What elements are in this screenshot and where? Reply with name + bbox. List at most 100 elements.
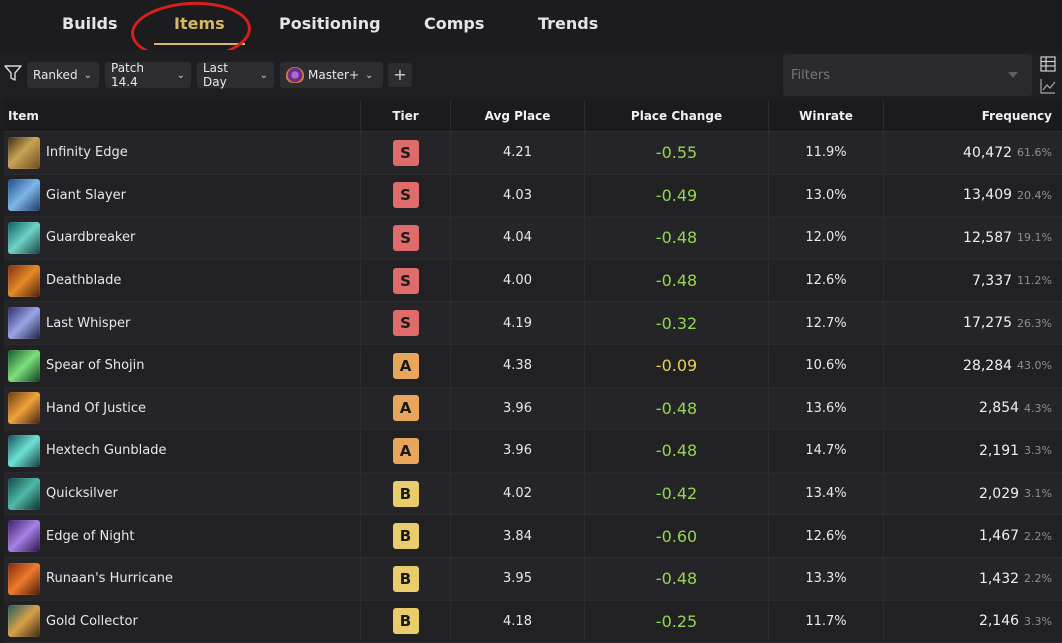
frequency-cell: 2,146 3.3% [884,601,1062,643]
patch-dropdown[interactable]: Patch 14.4 ⌄ [105,61,191,89]
tier-cell: B [361,472,451,515]
place-change-value: -0.25 [655,611,698,631]
item-name[interactable]: Last Whisper [46,316,130,331]
tier-cell: B [361,600,451,643]
tab-builds[interactable]: Builds [62,14,118,33]
header-frequency[interactable]: Frequency [884,100,1062,131]
header-avg-place[interactable]: Avg Place [451,100,585,131]
filters-search-input[interactable]: Filters [783,54,1032,96]
frequency-cell: 13,409 20.4% [884,175,1062,217]
avg-place-value: 3.96 [503,400,532,416]
frequency-percent: 3.1% [1024,487,1052,501]
place-change-value: -0.48 [655,228,698,248]
table-row[interactable]: Edge of Night B 3.84 -0.60 12.6% 1,467 2.2% [4,515,1062,558]
item-cell: Infinity Edge [4,132,361,174]
header-winrate[interactable]: Winrate [769,100,884,131]
avg-place-cell: 4.38 [451,344,585,387]
tier-cell: A [361,430,451,472]
tier-cell: S [361,259,451,302]
item-name[interactable]: Quicksilver [46,486,118,501]
guardbreaker-icon [8,221,40,254]
frequency-percent: 61.6% [1017,146,1052,160]
place-change-cell: -0.48 [585,387,769,430]
table-view-icon[interactable] [1039,56,1057,72]
winrate-cell: 12.6% [769,259,884,302]
table-body: Infinity Edge S 4.21 -0.55 11.9% 40,472 61.6% G… [4,132,1062,643]
item-name[interactable]: Giant Slayer [46,188,126,203]
table-row[interactable]: Last Whisper S 4.19 -0.32 12.7% 17,275 26.3% [4,302,1062,345]
avg-place-value: 3.84 [503,528,532,544]
table-row[interactable]: Deathblade S 4.00 -0.48 12.6% 7,337 11.2% [4,259,1062,303]
tier-badge: B [392,480,419,507]
frequency-percent: 43.0% [1017,359,1052,373]
avg-place-value: 4.21 [503,145,532,161]
winrate-value: 13.4% [805,486,847,502]
avg-place-value: 3.95 [503,571,532,587]
giant-slayer-icon [8,179,40,212]
tab-items[interactable]: Items [154,14,245,45]
place-change-cell: -0.48 [585,430,769,472]
place-change-value: -0.49 [655,185,698,205]
table-row[interactable]: Hand Of Justice A 3.96 -0.48 13.6% 2,854 4.3% [4,387,1062,431]
filter-funnel-icon[interactable] [4,64,22,82]
winrate-value: 14.7% [805,443,847,459]
place-change-cell: -0.48 [585,259,769,302]
item-name[interactable]: Spear of Shojin [46,358,145,373]
header-item[interactable]: Item [4,100,361,131]
frequency-percent: 3.3% [1024,444,1052,458]
place-change-value: -0.48 [655,271,698,291]
frequency-count: 2,029 [978,485,1020,502]
item-cell: Last Whisper [4,302,361,344]
avg-place-cell: 3.84 [451,515,585,557]
table-row[interactable]: Runaan's Hurricane B 3.95 -0.48 13.3% 1,432 2.… [4,557,1062,601]
add-filter-button[interactable]: + [388,63,412,87]
table-row[interactable]: Infinity Edge S 4.21 -0.55 11.9% 40,472 61.6% [4,132,1062,175]
table-row[interactable]: Spear of Shojin A 4.38 -0.09 10.6% 28,284 43.0… [4,344,1062,388]
queue-dropdown[interactable]: Ranked ⌄ [27,62,99,88]
place-change-value: -0.48 [655,398,698,418]
place-change-cell: -0.42 [585,472,769,515]
item-name[interactable]: Gold Collector [46,614,138,629]
avg-place-cell: 3.96 [451,430,585,472]
tab-positioning[interactable]: Positioning [279,14,381,33]
table-row[interactable]: Guardbreaker S 4.04 -0.48 12.0% 12,587 19.1% [4,217,1062,260]
frequency-count: 2,854 [978,400,1020,417]
avg-place-value: 4.03 [503,187,532,203]
period-dropdown-label: Last Day [203,61,228,89]
period-dropdown[interactable]: Last Day ⌄ [197,61,274,89]
runaans-hurricane-icon [8,562,40,595]
rank-dropdown[interactable]: Master+ ⌄ [280,62,383,88]
chevron-down-icon: ⌄ [83,69,92,81]
header-place-change[interactable]: Place Change [585,100,769,131]
item-name[interactable]: Edge of Night [46,529,134,544]
hextech-gunblade-icon [8,434,40,467]
infinity-edge-icon [8,136,40,169]
frequency-percent: 19.1% [1017,231,1052,245]
item-name[interactable]: Infinity Edge [46,145,128,160]
place-change-value: -0.48 [655,441,698,461]
queue-dropdown-label: Ranked [33,68,78,82]
table-row[interactable]: Hextech Gunblade A 3.96 -0.48 14.7% 2,191 3.3% [4,430,1062,473]
item-name[interactable]: Runaan's Hurricane [46,571,173,586]
winrate-cell: 12.0% [769,217,884,259]
filters-placeholder: Filters [791,67,830,83]
tab-trends[interactable]: Trends [538,14,598,33]
winrate-cell: 10.6% [769,344,884,387]
tab-comps[interactable]: Comps [424,14,484,33]
tier-badge: S [392,224,419,251]
place-change-cell: -0.25 [585,600,769,643]
avg-place-cell: 4.00 [451,259,585,302]
item-name[interactable]: Hand Of Justice [46,401,146,416]
table-row[interactable]: Quicksilver B 4.02 -0.42 13.4% 2,029 3.1% [4,472,1062,516]
item-name[interactable]: Guardbreaker [46,230,135,245]
winrate-value: 10.6% [805,358,847,374]
avg-place-value: 4.02 [503,486,532,502]
chevron-down-icon: ⌄ [176,69,185,81]
table-row[interactable]: Giant Slayer S 4.03 -0.49 13.0% 13,409 20.4% [4,174,1062,218]
frequency-count: 12,587 [963,229,1013,246]
chart-view-icon[interactable] [1039,78,1057,94]
table-row[interactable]: Gold Collector B 4.18 -0.25 11.7% 2,146 3.3% [4,600,1062,643]
item-name[interactable]: Hextech Gunblade [46,443,167,458]
header-tier[interactable]: Tier [361,100,451,131]
item-name[interactable]: Deathblade [46,273,121,288]
